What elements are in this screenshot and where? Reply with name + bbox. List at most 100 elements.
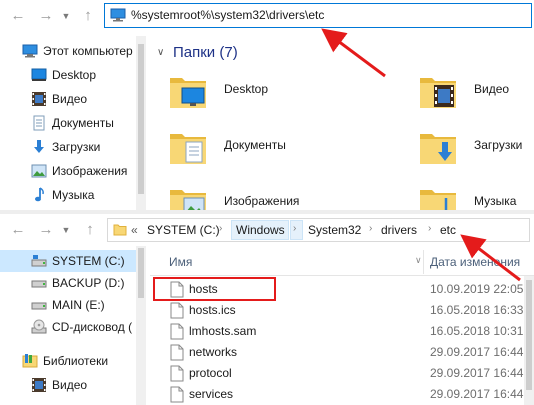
folder-tile-desktop[interactable]: Desktop bbox=[168, 72, 368, 122]
breadcrumb-system-c[interactable]: SYSTEM (C:) bbox=[147, 223, 220, 237]
desktop-folder-icon bbox=[170, 78, 206, 108]
folders-section-title[interactable]: Папки (7) bbox=[173, 44, 238, 61]
sidebar-item-downloads[interactable]: Загрузки bbox=[0, 136, 146, 158]
back-arrow-icon[interactable]: ← bbox=[8, 6, 28, 26]
hosts-highlight-box bbox=[153, 277, 276, 301]
sidebar-item-documents[interactable]: Документы bbox=[0, 112, 146, 134]
breadcrumb-chevron-icon[interactable]: › bbox=[369, 223, 372, 234]
sidebar-item-desktop[interactable]: Desktop bbox=[0, 64, 146, 86]
file-name: services bbox=[189, 387, 234, 401]
file-icon bbox=[170, 302, 184, 319]
scrollbar-thumb[interactable] bbox=[526, 280, 532, 390]
sidebar-item-video[interactable]: Видео bbox=[0, 374, 146, 396]
scrollbar-thumb[interactable] bbox=[138, 248, 144, 298]
column-divider[interactable] bbox=[423, 250, 424, 274]
folder-label: Видео bbox=[474, 82, 510, 96]
table-row[interactable]: protocol 29.09.2017 16:44 bbox=[156, 363, 523, 384]
table-row[interactable]: lmhosts.sam 16.05.2018 10:31 bbox=[156, 321, 523, 342]
pictures-icon bbox=[31, 164, 47, 178]
breadcrumb-etc[interactable]: etc bbox=[440, 223, 456, 237]
top-navigation-bar: ← → ▼ ↑ %systemroot%\system32\drivers\et… bbox=[0, 0, 534, 32]
system-drive-icon bbox=[31, 255, 47, 267]
libraries-icon bbox=[22, 354, 38, 368]
sidebar-item-label: Этот компьютер bbox=[43, 44, 133, 58]
sidebar-scrollbar[interactable] bbox=[136, 246, 146, 405]
computer-icon bbox=[110, 8, 126, 22]
computer-icon bbox=[22, 44, 38, 58]
up-arrow-icon[interactable]: ↑ bbox=[78, 6, 98, 26]
sidebar-item-main-e[interactable]: MAIN (E:) bbox=[0, 294, 146, 316]
sidebar-item-system-c[interactable]: SYSTEM (C:) bbox=[0, 250, 146, 272]
file-date: 16.05.2018 16:33 bbox=[430, 303, 524, 317]
sidebar-item-label: Загрузки bbox=[52, 140, 101, 154]
table-row[interactable]: services 29.09.2017 16:44 bbox=[156, 384, 524, 405]
sidebar-item-label: MAIN (E:) bbox=[52, 298, 105, 312]
forward-arrow-icon[interactable]: → bbox=[36, 6, 56, 26]
sidebar-item-pictures[interactable]: Изображения bbox=[0, 160, 146, 182]
desktop-icon bbox=[31, 68, 47, 81]
recent-locations-chevron-icon[interactable]: ▼ bbox=[60, 6, 72, 26]
cd-drive-icon bbox=[31, 319, 47, 334]
folder-tile-music[interactable]: Музыка bbox=[418, 184, 534, 210]
forward-arrow-icon[interactable]: → bbox=[36, 220, 56, 240]
breadcrumb-bar[interactable]: « SYSTEM (C:) › Windows › System32 › dri… bbox=[107, 218, 530, 242]
sidebar-item-label: SYSTEM (C:) bbox=[52, 254, 125, 268]
breadcrumb-system32[interactable]: System32 bbox=[308, 223, 361, 237]
documents-folder-icon bbox=[170, 134, 206, 164]
recent-locations-chevron-icon[interactable]: ▼ bbox=[60, 220, 72, 240]
file-date: 29.09.2017 16:44 bbox=[430, 345, 524, 359]
folder-tile-video[interactable]: Видео bbox=[418, 72, 534, 122]
folder-label: Desktop bbox=[224, 82, 269, 96]
breadcrumb-hover-highlight bbox=[290, 220, 303, 240]
sidebar-item-cd-drive[interactable]: CD-дисковод ( bbox=[0, 316, 146, 338]
address-bar[interactable]: %systemroot%\system32\drivers\etc bbox=[104, 3, 532, 28]
sidebar-item-music[interactable]: Музыка bbox=[0, 184, 146, 206]
sort-chevron-icon[interactable]: ∨ bbox=[415, 255, 422, 266]
breadcrumb-chevron-icon[interactable]: › bbox=[293, 223, 296, 234]
documents-icon bbox=[33, 115, 45, 131]
file-name: protocol bbox=[189, 366, 232, 380]
breadcrumb-drivers[interactable]: drivers bbox=[381, 223, 417, 237]
music-icon bbox=[35, 187, 44, 202]
sidebar-item-backup-d[interactable]: BACKUP (D:) bbox=[0, 272, 146, 294]
breadcrumb-windows[interactable]: Windows bbox=[236, 223, 285, 237]
file-list-scrollbar[interactable] bbox=[524, 276, 534, 405]
column-header-date[interactable]: Дата изменения bbox=[430, 255, 520, 269]
drive-icon bbox=[31, 280, 47, 288]
sidebar-item-label: BACKUP (D:) bbox=[52, 276, 125, 290]
column-header-name[interactable]: Имя bbox=[169, 255, 192, 269]
breadcrumb-chevron-icon[interactable]: › bbox=[428, 223, 431, 234]
file-name: lmhosts.sam bbox=[189, 324, 257, 338]
collapse-chevron-icon[interactable]: ∨ bbox=[157, 47, 164, 58]
file-icon bbox=[170, 365, 184, 382]
sidebar-item-label: Изображения bbox=[52, 164, 128, 178]
sidebar-scrollbar[interactable] bbox=[136, 36, 146, 210]
table-row[interactable]: hosts.ics 16.05.2018 16:33 bbox=[156, 300, 524, 321]
file-icon bbox=[170, 386, 184, 403]
sidebar-item-label: Музыка bbox=[52, 188, 95, 202]
pictures-folder-icon bbox=[170, 190, 206, 210]
scrollbar-thumb[interactable] bbox=[138, 44, 144, 194]
file-name: networks bbox=[189, 345, 238, 359]
file-icon bbox=[170, 344, 184, 361]
folder-tile-downloads[interactable]: Загрузки bbox=[418, 128, 534, 178]
downloads-icon bbox=[34, 140, 44, 153]
sidebar-item-video[interactable]: Видео bbox=[0, 88, 146, 110]
folder-icon bbox=[113, 224, 127, 236]
sidebar-item-libraries[interactable]: Библиотеки bbox=[0, 350, 146, 372]
back-arrow-icon[interactable]: ← bbox=[8, 220, 28, 240]
address-path-text[interactable]: %systemroot%\system32\drivers\etc bbox=[131, 8, 324, 22]
file-date: 29.09.2017 16:44 bbox=[430, 387, 524, 401]
folder-tile-pictures[interactable]: Изображения bbox=[168, 184, 368, 210]
sidebar-item-this-pc[interactable]: Этот компьютер bbox=[0, 40, 146, 62]
up-arrow-icon[interactable]: ↑ bbox=[80, 220, 100, 240]
file-date: 10.09.2019 22:05 bbox=[430, 282, 524, 296]
sidebar-item-label: Desktop bbox=[52, 68, 97, 82]
breadcrumb-overflow[interactable]: « bbox=[131, 223, 138, 237]
folder-label: Документы bbox=[224, 138, 286, 152]
bottom-navigation-bar: ← → ▼ ↑ « SYSTEM (C:) › Windows › System… bbox=[0, 214, 534, 246]
folder-label: Изображения bbox=[224, 194, 300, 208]
table-row[interactable]: networks 29.09.2017 16:44 bbox=[156, 342, 524, 363]
breadcrumb-chevron-icon[interactable]: › bbox=[219, 223, 222, 234]
folder-tile-documents[interactable]: Документы bbox=[168, 128, 368, 178]
